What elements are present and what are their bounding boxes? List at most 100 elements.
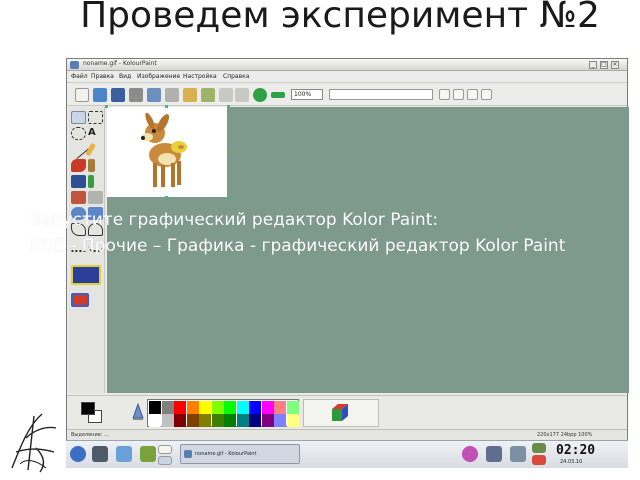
menu-view[interactable]: Вид [119,73,131,80]
palette-color[interactable] [224,400,236,414]
palette-color[interactable] [211,400,224,414]
taskbar-item[interactable]: noname.gif - KolourPaint [180,444,300,464]
redo-icon[interactable] [235,88,249,102]
resize-handle-bottom[interactable] [165,196,168,199]
save-disk-icon[interactable] [486,446,502,462]
spraycan-icon[interactable] [71,191,86,204]
new-icon[interactable] [75,88,89,102]
line-icon[interactable] [68,139,89,160]
menu-edit[interactable]: Правка [91,73,114,80]
paste-icon[interactable] [201,88,215,102]
zoom-out-icon[interactable] [271,92,285,98]
palette-color[interactable] [249,414,261,427]
terminal-icon[interactable] [92,446,108,462]
menu-settings[interactable]: Настройка [183,73,217,80]
foreground-color[interactable] [81,402,95,415]
palette-color[interactable] [199,400,211,414]
status-left: Выделение: ... [71,432,109,438]
toolbar-option-1[interactable] [439,89,450,100]
tray-icon-2[interactable] [532,455,546,465]
brush-icon[interactable] [88,159,95,172]
resize-handle-bottom-right[interactable] [227,196,230,199]
desktop-1-icon[interactable] [158,445,172,454]
status-right: 220x177 24bpp 100% [537,432,593,438]
print-icon[interactable] [129,88,143,102]
color-palette [147,399,299,427]
menu-help[interactable]: Справка [223,73,249,80]
desktop-2-icon[interactable] [158,456,172,465]
palette-color[interactable] [261,414,274,427]
browser-icon[interactable] [140,446,156,462]
pencil-icon[interactable] [85,142,96,157]
toolbar-option-3[interactable] [467,89,478,100]
network-icon[interactable] [510,446,526,462]
main-toolbar: 100% [67,84,627,106]
toolbar-option-2[interactable] [453,89,464,100]
window-titlebar[interactable]: noname.gif - KolourPaint _ □ × [67,59,627,71]
save-icon[interactable] [111,88,125,102]
resize-handle-top-left[interactable] [105,105,108,108]
clock-time[interactable]: 02:20 [556,443,595,458]
menu-image[interactable]: Изображение [137,73,180,80]
palette-color[interactable] [161,400,174,414]
ellipse-select-icon[interactable] [71,127,86,140]
color-box [67,395,627,429]
resize-handle-top-right[interactable] [227,105,230,108]
files-icon[interactable] [116,446,132,462]
open-icon[interactable] [93,88,107,102]
zoom-select[interactable]: 100% [291,89,323,100]
logo-monogram [11,413,57,473]
palette-color[interactable] [149,414,161,427]
eraser-icon[interactable] [71,159,86,172]
bambi-image [141,112,187,187]
rect-select-icon[interactable] [88,111,103,124]
print-preview-icon[interactable] [147,88,161,102]
free-select-icon[interactable] [71,111,86,124]
menubar: Файл Правка Вид Изображение Настройка Сп… [67,71,627,83]
cd-icon[interactable] [462,446,478,462]
palette-color[interactable] [224,414,236,427]
palette-color[interactable] [286,400,299,414]
palette-color[interactable] [149,400,161,414]
palette-color[interactable] [161,414,174,427]
menu-file[interactable]: Файл [71,73,88,80]
instruction-line-1: Запустите графический редактор Kolor Pai… [30,210,439,230]
zoom-in-icon[interactable] [253,88,267,102]
palette-color[interactable] [274,400,286,414]
palette-color[interactable] [249,400,261,414]
palette-color[interactable] [199,414,211,427]
palette-color[interactable] [236,400,249,414]
resize-handle-top[interactable] [165,105,168,108]
close-button[interactable]: × [611,61,619,69]
color-eraser-icon[interactable] [88,191,103,204]
text-toolbar-field[interactable] [329,89,433,100]
copy-icon[interactable] [183,88,197,102]
palette-color[interactable] [286,414,299,427]
palette-color[interactable] [186,400,199,414]
kde-menu-icon[interactable] [70,446,86,462]
cut-icon[interactable] [165,88,179,102]
tray-icon-1[interactable] [532,443,546,453]
text-icon[interactable]: A [88,127,103,140]
tool-options-icon[interactable] [71,265,101,285]
selection-mode-icon[interactable] [71,293,89,307]
rgb-cube-icon[interactable] [329,402,351,424]
task-app-icon [184,450,192,458]
palette-color[interactable] [174,414,186,427]
fill-icon[interactable] [71,175,86,188]
maximize-button[interactable]: □ [600,61,608,69]
palette-color[interactable] [261,400,274,414]
undo-icon[interactable] [219,88,233,102]
fg-bg-selector[interactable] [79,400,103,424]
palette-color[interactable] [211,414,224,427]
color-picker-icon[interactable] [88,175,94,188]
palette-color[interactable] [174,400,186,414]
minimize-button[interactable]: _ [589,61,597,69]
kde-panel: noname.gif - KolourPaint 02:20 24.03.10 [66,440,628,468]
palette-color[interactable] [186,414,199,427]
palette-color[interactable] [236,414,249,427]
palette-color[interactable] [274,414,286,427]
resize-handle-right[interactable] [227,150,230,153]
toolbar-option-4[interactable] [481,89,492,100]
drawing-canvas[interactable] [105,105,230,199]
